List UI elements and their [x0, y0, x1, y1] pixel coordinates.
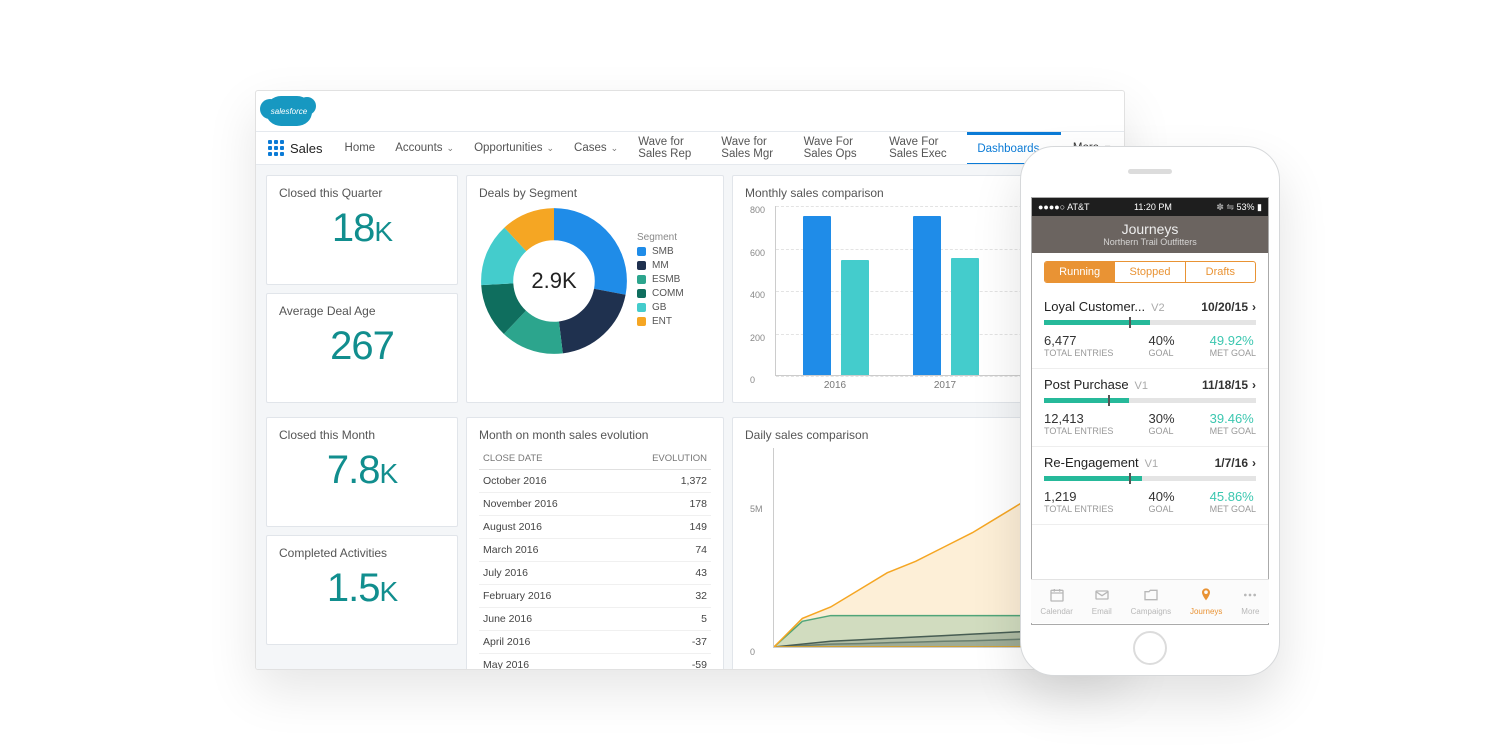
table-row[interactable]: May 2016-59 [479, 654, 711, 670]
tab-more[interactable]: More [1241, 587, 1259, 616]
seg-drafts[interactable]: Drafts [1185, 262, 1255, 282]
legend-swatch [637, 317, 646, 326]
nav-item-wave-for-sales-rep[interactable]: Wave for Sales Rep [628, 132, 711, 164]
seg-running[interactable]: Running [1045, 262, 1114, 282]
table-row[interactable]: June 20165 [479, 608, 711, 631]
table-row[interactable]: November 2016178 [479, 493, 711, 516]
kpi-closed-month[interactable]: Closed this Month 7.8K [266, 417, 458, 527]
chevron-down-icon: ⌄ [611, 143, 619, 154]
seg-stopped[interactable]: Stopped [1114, 262, 1184, 282]
logo-bar: salesforce [256, 91, 1124, 131]
campaigns-icon [1143, 587, 1159, 605]
legend-swatch [637, 247, 646, 256]
dashboard-grid: Closed this Quarter 18K Average Deal Age… [256, 165, 1124, 669]
table-row[interactable]: March 201674 [479, 539, 711, 562]
kpi-completed-activities[interactable]: Completed Activities 1.5K [266, 535, 458, 645]
table-sales-evolution[interactable]: Month on month sales evolution CLOSE DAT… [466, 417, 724, 669]
tab-journeys[interactable]: Journeys [1190, 587, 1222, 616]
chart-deals-by-segment[interactable]: Deals by Segment 2.9K Segment SMBMMESMBC… [466, 175, 724, 403]
nav-item-wave-for-sales-ops[interactable]: Wave For Sales Ops [794, 132, 879, 164]
home-button[interactable] [1133, 631, 1167, 665]
journeys-icon [1198, 587, 1214, 605]
legend-swatch [637, 261, 646, 270]
segmented-control[interactable]: Running Stopped Drafts [1044, 261, 1256, 283]
salesforce-logo: salesforce [266, 96, 312, 126]
progress-bar [1044, 398, 1256, 403]
phone-speaker [1128, 169, 1172, 174]
nav-item-cases[interactable]: Cases⌄ [564, 132, 628, 164]
journey-row[interactable]: Loyal Customer...V2 10/20/15 › 6,477TOTA… [1032, 291, 1268, 369]
status-bar: ●●●●○ AT&T 11:20 PM ✽ ⇋ 53% ▮ [1032, 198, 1268, 216]
calendar-icon [1049, 587, 1065, 605]
journey-row[interactable]: Re-EngagementV1 1/7/16 › 1,219TOTAL ENTR… [1032, 447, 1268, 525]
email-icon [1094, 587, 1110, 605]
nav-item-accounts[interactable]: Accounts⌄ [385, 132, 464, 164]
journey-row[interactable]: Post PurchaseV1 11/18/15 › 12,413TOTAL E… [1032, 369, 1268, 447]
nav-item-wave-for-sales-mgr[interactable]: Wave for Sales Mgr [711, 132, 793, 164]
table-row[interactable]: February 201632 [479, 585, 711, 608]
legend-swatch [637, 275, 646, 284]
app-launcher[interactable]: Sales [256, 132, 335, 164]
nav-item-opportunities[interactable]: Opportunities⌄ [464, 132, 564, 164]
nav-item-wave-for-sales-exec[interactable]: Wave For Sales Exec [879, 132, 967, 164]
table-row[interactable]: July 201643 [479, 562, 711, 585]
kpi-value: 18K [279, 206, 445, 251]
tab-campaigns[interactable]: Campaigns [1131, 587, 1171, 616]
chevron-right-icon: › [1252, 378, 1256, 392]
chevron-down-icon: ⌄ [546, 143, 554, 154]
chevron-down-icon: ⌄ [447, 143, 455, 154]
chevron-right-icon: › [1252, 300, 1256, 314]
more-icon [1242, 587, 1258, 605]
donut-legend: Segment SMBMMESMBCOMMGBENT [637, 232, 684, 330]
table-row[interactable]: April 2016-37 [479, 631, 711, 654]
donut-chart: 2.9K [479, 206, 629, 356]
desktop-window: salesforce Sales HomeAccounts⌄Opportunit… [255, 90, 1125, 670]
main-nav: Sales HomeAccounts⌄Opportunities⌄Cases⌄W… [256, 131, 1124, 165]
chevron-right-icon: › [1252, 456, 1256, 470]
table-row[interactable]: October 20161,372 [479, 470, 711, 493]
table-row[interactable]: August 2016149 [479, 516, 711, 539]
progress-bar [1044, 476, 1256, 481]
nav-item-home[interactable]: Home [335, 132, 386, 164]
tab-bar: Calendar Email Campaigns Journeys More [1031, 579, 1269, 623]
kpi-closed-quarter[interactable]: Closed this Quarter 18K [266, 175, 458, 285]
legend-swatch [637, 303, 646, 312]
legend-swatch [637, 289, 646, 298]
evolution-table: CLOSE DATEEVOLUTION October 20161,372Nov… [479, 448, 711, 669]
phone-mockup: ●●●●○ AT&T 11:20 PM ✽ ⇋ 53% ▮ Journeys N… [1020, 146, 1280, 676]
tab-calendar[interactable]: Calendar [1040, 587, 1072, 616]
tab-email[interactable]: Email [1092, 587, 1112, 616]
app-name: Sales [290, 141, 323, 156]
app-header: Journeys Northern Trail Outfitters [1032, 216, 1268, 253]
progress-bar [1044, 320, 1256, 325]
kpi-avg-deal-age[interactable]: Average Deal Age 267 [266, 293, 458, 403]
phone-screen: ●●●●○ AT&T 11:20 PM ✽ ⇋ 53% ▮ Journeys N… [1031, 197, 1269, 625]
kpi-value: 7.8K [279, 448, 445, 493]
kpi-value: 1.5K [279, 566, 445, 611]
kpi-value: 267 [279, 324, 445, 369]
app-launcher-icon [268, 140, 284, 156]
